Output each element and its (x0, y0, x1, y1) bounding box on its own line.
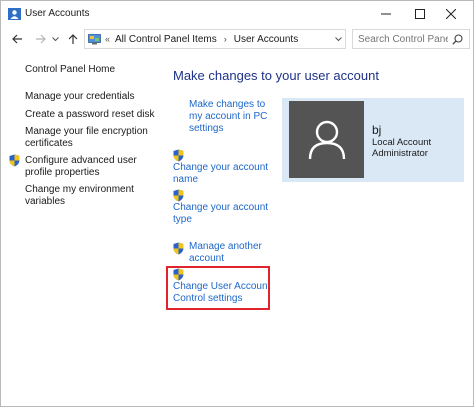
sidebar-item-file-encryption-line2[interactable]: certificates (25, 138, 73, 150)
breadcrumb-overflow[interactable]: « (105, 34, 110, 44)
chevron-down-icon (335, 36, 342, 41)
task-pc-settings-line3[interactable]: settings (189, 123, 223, 135)
sidebar-item-file-encryption[interactable]: Manage your file encryption (25, 126, 148, 138)
user-role: Administrator (372, 148, 428, 159)
sidebar-item-password-reset-disk[interactable]: Create a password reset disk (25, 109, 155, 121)
task-manage-another-account-line2[interactable]: account (189, 253, 224, 265)
task-pc-settings[interactable]: Make changes to (189, 99, 265, 111)
uac-shield-icon (9, 154, 20, 167)
forward-button[interactable] (32, 31, 48, 47)
search-box[interactable] (352, 29, 470, 49)
uac-shield-icon (173, 242, 184, 255)
maximize-icon (415, 9, 425, 19)
recent-locations-button[interactable] (50, 31, 60, 47)
close-button[interactable] (429, 1, 473, 27)
sidebar-item-manage-credentials[interactable]: Manage your credentials (25, 91, 135, 103)
chevron-down-icon (51, 36, 59, 41)
sidebar-item-environment-variables-line2[interactable]: variables (25, 196, 65, 208)
task-change-account-type[interactable]: Change your account (173, 202, 268, 214)
user-accounts-window: User Accounts « All Control Panel Items … (0, 0, 474, 407)
control-panel-icon (88, 34, 101, 45)
breadcrumb-separator-icon[interactable]: › (224, 34, 227, 44)
up-arrow-icon (68, 33, 78, 44)
breadcrumb-all-control-panel-items[interactable]: All Control Panel Items (115, 34, 217, 45)
user-name: bj (372, 123, 382, 137)
back-button[interactable] (9, 31, 25, 47)
uac-shield-icon (173, 149, 184, 162)
navigation-bar: « All Control Panel Items › User Account… (1, 27, 473, 51)
sidebar-item-advanced-user-profile-line2[interactable]: profile properties (25, 167, 99, 179)
breadcrumb-user-accounts[interactable]: User Accounts (234, 34, 298, 45)
forward-arrow-icon (35, 34, 46, 44)
up-button[interactable] (65, 31, 81, 47)
sidebar-item-advanced-user-profile[interactable]: Configure advanced user (25, 155, 137, 167)
close-icon (446, 9, 456, 19)
task-change-account-name[interactable]: Change your account (173, 162, 268, 174)
user-account-type: Local Account (372, 137, 432, 148)
minimize-icon (381, 13, 391, 15)
back-arrow-icon (11, 34, 22, 44)
window-title: User Accounts (25, 8, 90, 19)
highlight-box (166, 266, 270, 310)
sidebar-item-control-panel-home[interactable]: Control Panel Home (25, 64, 115, 76)
user-accounts-app-icon (8, 8, 21, 20)
search-icon (452, 34, 463, 45)
task-manage-another-account[interactable]: Manage another (189, 241, 262, 253)
avatar (289, 101, 364, 178)
task-pc-settings-line2[interactable]: my account in PC (189, 111, 267, 123)
search-input[interactable] (358, 33, 448, 45)
task-change-account-name-line2[interactable]: name (173, 174, 198, 186)
task-change-account-type-line2[interactable]: type (173, 214, 192, 226)
address-bar[interactable]: « All Control Panel Items › User Account… (84, 29, 346, 49)
uac-shield-icon (173, 189, 184, 202)
sidebar-item-environment-variables[interactable]: Change my environment (25, 184, 134, 196)
page-title: Make changes to your user account (173, 68, 379, 83)
user-icon (308, 120, 345, 159)
title-bar: User Accounts (1, 1, 473, 27)
address-dropdown-button[interactable] (332, 30, 345, 48)
